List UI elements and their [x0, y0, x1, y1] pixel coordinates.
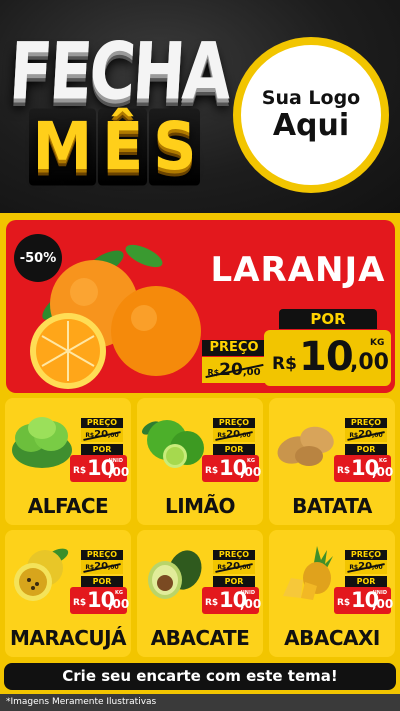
featured-product-name: LARANJA	[210, 250, 386, 290]
cta-banner[interactable]: Crie seu encarte com este tema!	[4, 663, 396, 690]
por-label: POR	[279, 309, 377, 329]
new-price-currency: R$	[73, 466, 87, 476]
preco-label: PREÇO	[345, 550, 387, 560]
header-banner: FECHA M Ê S Sua Logo Aqui	[0, 0, 400, 213]
pineapple-image	[283, 546, 333, 600]
potato-image	[277, 426, 334, 466]
title-mes: M Ê S	[12, 108, 217, 186]
product-card-batata[interactable]: PREÇO R$20,00 POR R$10,00KG BATATA	[269, 398, 395, 525]
price-unit: UNID	[372, 590, 387, 596]
new-price: R$ 10,00 KG	[334, 455, 394, 482]
logo-placeholder[interactable]: Sua Logo Aqui	[233, 37, 389, 193]
preco-label: PREÇO	[213, 550, 255, 560]
discount-badge: -50%	[14, 234, 62, 282]
new-price-currency: R$	[73, 598, 87, 608]
new-price-currency: R$	[337, 466, 351, 476]
product-card-maracuja[interactable]: PREÇO R$20,00 POR R$10,00KG MARACUJÁ	[5, 530, 131, 657]
new-price-currency: R$	[272, 354, 297, 374]
passion-fruit-image	[14, 548, 69, 601]
title-mes-letter: M	[28, 108, 97, 186]
preco-label: PREÇO	[81, 550, 123, 560]
featured-product-banner[interactable]: -50% LARANJA PREÇO R$ 20 ,00 POR R$ 10 ,…	[6, 220, 395, 393]
price-unit: UNID	[108, 458, 123, 464]
product-card-abacate[interactable]: PREÇO R$20,00 POR R$10,00UNID ABACATE	[137, 530, 263, 657]
new-price: R$ 10 ,00 KG	[264, 330, 391, 386]
new-price-decimal: ,00	[350, 350, 389, 375]
por-label: POR	[81, 576, 123, 587]
avocado-image	[148, 550, 202, 599]
old-price: R$20,00	[345, 428, 387, 442]
new-price-decimal: ,00	[108, 465, 130, 479]
price-unit: KG	[370, 338, 385, 348]
por-label: POR	[213, 444, 255, 455]
price-unit: KG	[247, 458, 255, 464]
new-price-currency: R$	[205, 598, 219, 608]
old-price: R$20,00	[213, 560, 255, 574]
old-price: R$20,00	[81, 560, 123, 574]
new-price: R$ 10,00 UNID	[202, 587, 262, 614]
lime-image	[141, 420, 204, 468]
product-card-limao[interactable]: PREÇO R$20,00 POR R$10,00KG LIMÃO	[137, 398, 263, 525]
product-name: BATATA	[292, 494, 372, 518]
new-price: R$ 10,00 KG	[202, 455, 262, 482]
new-price-decimal: ,00	[108, 597, 130, 611]
logo-text-line2: Aqui	[272, 108, 350, 143]
por-label: POR	[345, 576, 387, 587]
lettuce-image	[12, 417, 72, 468]
old-price: R$20,00	[345, 560, 387, 574]
new-price-decimal: ,00	[372, 465, 394, 479]
price-unit: KG	[115, 590, 123, 596]
product-name: ALFACE	[27, 494, 109, 518]
disclaimer-text: *Imagens Meramente Ilustrativas	[0, 694, 400, 711]
preco-label: PREÇO	[345, 418, 387, 428]
price-unit: KG	[379, 458, 387, 464]
new-price-currency: R$	[205, 466, 219, 476]
title-mes-letter: Ê	[98, 108, 148, 186]
new-price-decimal: ,00	[372, 597, 394, 611]
logo-text-line1: Sua Logo	[261, 87, 361, 109]
preco-label: PREÇO	[202, 340, 266, 356]
product-name: ABACATE	[150, 626, 250, 650]
product-card-alface[interactable]: PREÇO R$20,00 POR R$10,00UNID ALFACE	[5, 398, 131, 525]
new-price: R$ 10,00 KG	[70, 587, 130, 614]
title-fecha: FECHA	[6, 26, 231, 118]
product-name: MARACUJÁ	[9, 626, 127, 650]
old-price: R$20,00	[81, 428, 123, 442]
new-price-decimal: ,00	[240, 465, 262, 479]
old-price: R$ 20 ,00	[202, 357, 266, 383]
product-card-abacaxi[interactable]: PREÇO R$20,00 POR R$10,00UNID ABACAXI	[269, 530, 395, 657]
product-name: ABACAXI	[284, 626, 380, 650]
preco-label: PREÇO	[81, 418, 123, 428]
por-label: POR	[213, 576, 255, 587]
new-price-currency: R$	[337, 598, 351, 608]
price-unit: UNID	[240, 590, 255, 596]
old-price: R$20,00	[213, 428, 255, 442]
product-name: LIMÃO	[164, 494, 236, 518]
title-mes-letter: S	[149, 108, 201, 186]
new-price: R$ 10,00 UNID	[70, 455, 130, 482]
new-price-integer: 10	[299, 334, 354, 380]
por-label: POR	[81, 444, 123, 455]
new-price: R$ 10,00 UNID	[334, 587, 394, 614]
preco-label: PREÇO	[213, 418, 255, 428]
new-price-decimal: ,00	[240, 597, 262, 611]
por-label: POR	[345, 444, 387, 455]
